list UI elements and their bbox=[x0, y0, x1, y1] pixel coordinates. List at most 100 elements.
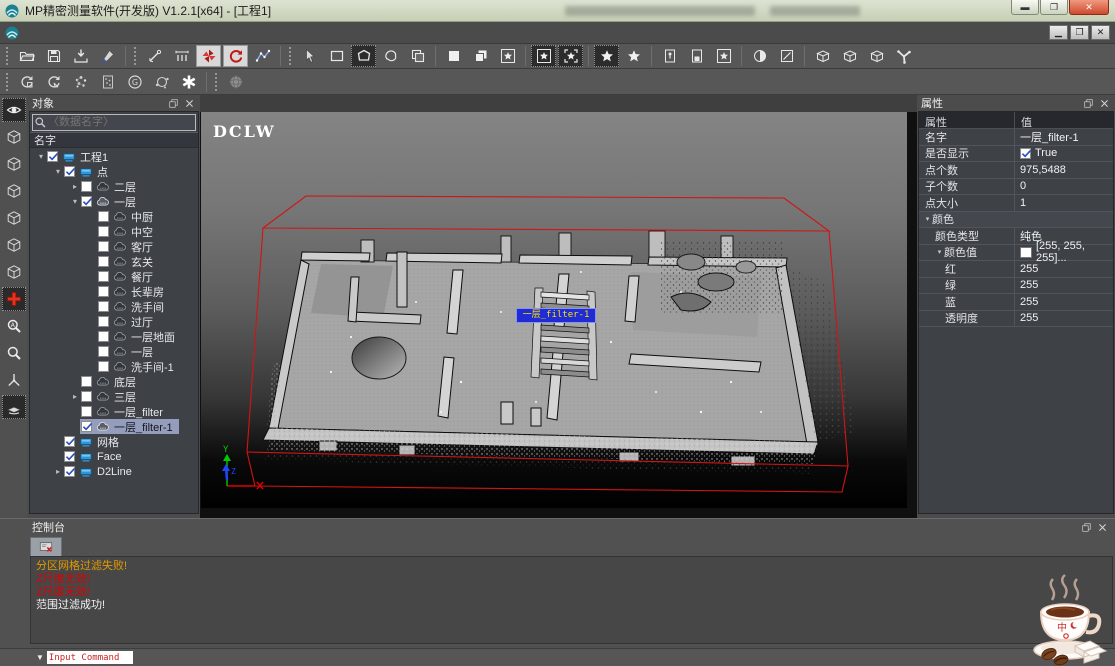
tree-item[interactable]: ▾点 bbox=[30, 164, 198, 179]
view-bottom-button[interactable] bbox=[2, 260, 26, 284]
visibility-checkbox[interactable] bbox=[98, 331, 109, 342]
panel-close-icon[interactable] bbox=[1097, 97, 1111, 110]
tree-item[interactable]: 长辈房 bbox=[30, 284, 198, 299]
visibility-checkbox[interactable] bbox=[81, 181, 92, 192]
visibility-checkbox[interactable] bbox=[81, 376, 92, 387]
view-top-button[interactable] bbox=[2, 233, 26, 257]
pinwheel-tool-button[interactable] bbox=[196, 45, 221, 67]
property-row[interactable]: 红255 bbox=[919, 261, 1113, 278]
mdi-close-button[interactable]: ✕ bbox=[1091, 25, 1110, 40]
star-tool-button[interactable] bbox=[621, 45, 646, 67]
property-row[interactable]: 透明度255 bbox=[919, 311, 1113, 328]
window-minimize-button[interactable]: ▬ bbox=[1011, 0, 1039, 15]
tree-item[interactable]: 中厨 bbox=[30, 209, 198, 224]
visibility-checkbox[interactable] bbox=[64, 436, 75, 447]
property-row[interactable]: ▾颜色值[255, 255, 255]... bbox=[919, 245, 1113, 262]
visibility-checkbox[interactable] bbox=[81, 406, 92, 417]
visibility-checkbox[interactable] bbox=[64, 166, 75, 177]
tree-item[interactable]: 过厅 bbox=[30, 314, 198, 329]
expander-open-icon[interactable]: ▾ bbox=[935, 248, 944, 256]
paint-tool-button[interactable] bbox=[95, 45, 120, 67]
panel-star-button[interactable] bbox=[711, 45, 736, 67]
tree-item[interactable]: 一层_filter bbox=[30, 404, 198, 419]
visibility-checkbox[interactable] bbox=[98, 301, 109, 312]
tree-item[interactable]: 一层_filter-1 bbox=[30, 419, 198, 434]
visibility-checkbox[interactable] bbox=[98, 286, 109, 297]
tree-item[interactable]: ▸D2Line bbox=[30, 464, 198, 479]
command-input[interactable] bbox=[47, 651, 133, 664]
mdi-restore-button[interactable]: ❐ bbox=[1070, 25, 1089, 40]
3d-viewport[interactable]: Y Z X DCLW 一层_filter-1 bbox=[201, 112, 907, 508]
zoom-tool-button[interactable] bbox=[2, 341, 26, 365]
color-swatch[interactable] bbox=[1020, 247, 1032, 258]
open-file-button[interactable] bbox=[14, 45, 39, 67]
select-rectangle-button[interactable] bbox=[324, 45, 349, 67]
reload-a-button[interactable] bbox=[14, 71, 39, 93]
visibility-checkbox[interactable] bbox=[98, 256, 109, 267]
tree-item[interactable]: 中空 bbox=[30, 224, 198, 239]
save-file-button[interactable] bbox=[41, 45, 66, 67]
fill-square-button[interactable] bbox=[441, 45, 466, 67]
expander-open-icon[interactable]: ▾ bbox=[70, 197, 80, 206]
visibility-checkbox[interactable] bbox=[98, 226, 109, 237]
star-corners-toggle-button[interactable] bbox=[558, 45, 583, 67]
command-dropdown-icon[interactable]: ▼ bbox=[36, 653, 44, 662]
mdi-minimize-button[interactable]: ▁ bbox=[1049, 25, 1068, 40]
tree-item[interactable]: 洗手间 bbox=[30, 299, 198, 314]
window-restore-button[interactable]: ❐ bbox=[1040, 0, 1068, 15]
toolbar-grip[interactable] bbox=[214, 72, 219, 92]
panel-float-icon[interactable] bbox=[1079, 521, 1093, 534]
toolbar-grip[interactable] bbox=[5, 46, 10, 66]
polyline-tool-button[interactable] bbox=[250, 45, 275, 67]
expander-closed-icon[interactable]: ▸ bbox=[70, 392, 80, 401]
property-row[interactable]: 点个数975,5488 bbox=[919, 162, 1113, 179]
copy-squares-button[interactable] bbox=[468, 45, 493, 67]
panel-b-button[interactable] bbox=[684, 45, 709, 67]
orbit-points-button[interactable] bbox=[149, 71, 174, 93]
visibility-checkbox[interactable] bbox=[98, 271, 109, 282]
panel-float-icon[interactable] bbox=[1081, 97, 1095, 110]
select-polygon-button[interactable] bbox=[351, 45, 376, 67]
tree-item[interactable]: ▾工程1 bbox=[30, 149, 198, 164]
layers-tool-button[interactable] bbox=[2, 395, 26, 419]
expander-open-icon[interactable]: ▾ bbox=[53, 167, 63, 176]
property-row[interactable]: 子个数0 bbox=[919, 179, 1113, 196]
panel-points-button[interactable] bbox=[95, 71, 120, 93]
tree-item[interactable]: 洗手间-1 bbox=[30, 359, 198, 374]
visibility-button[interactable] bbox=[2, 98, 26, 122]
expander-closed-icon[interactable]: ▸ bbox=[53, 467, 63, 476]
tree-item[interactable]: ▸三层 bbox=[30, 389, 198, 404]
visibility-checkbox[interactable] bbox=[47, 151, 58, 162]
panel-close-icon[interactable] bbox=[1095, 521, 1109, 534]
property-row[interactable]: 绿255 bbox=[919, 278, 1113, 295]
visibility-checkbox[interactable] bbox=[81, 196, 92, 207]
dimension-tool-button[interactable] bbox=[169, 45, 194, 67]
expander-closed-icon[interactable]: ▸ bbox=[70, 182, 80, 191]
property-row[interactable]: 点大小1 bbox=[919, 195, 1113, 212]
visibility-checkbox[interactable] bbox=[81, 391, 92, 402]
select-copy-button[interactable] bbox=[405, 45, 430, 67]
add-point-button[interactable] bbox=[2, 287, 26, 311]
reload-b-button[interactable] bbox=[41, 71, 66, 93]
zoom-fit-button[interactable]: A bbox=[2, 314, 26, 338]
box-3d-a-button[interactable] bbox=[810, 45, 835, 67]
toolbar-grip[interactable] bbox=[133, 46, 138, 66]
view-left-button[interactable] bbox=[2, 179, 26, 203]
toolbar-grip[interactable] bbox=[5, 72, 10, 92]
toolbar-grip[interactable] bbox=[288, 46, 293, 66]
expander-open-icon[interactable]: ▾ bbox=[36, 152, 46, 161]
box-3d-b-button[interactable] bbox=[837, 45, 862, 67]
slash-box-button[interactable] bbox=[774, 45, 799, 67]
property-row[interactable]: ▾颜色 bbox=[919, 212, 1113, 229]
scatter-points-button[interactable] bbox=[68, 71, 93, 93]
expander-open-icon[interactable]: ▾ bbox=[923, 215, 932, 223]
tree-item[interactable]: 餐厅 bbox=[30, 269, 198, 284]
asterisk-tool-button[interactable] bbox=[176, 71, 201, 93]
visibility-checkbox[interactable] bbox=[98, 241, 109, 252]
probe-tool-button[interactable] bbox=[142, 45, 167, 67]
star-toggle-button[interactable] bbox=[594, 45, 619, 67]
view-front-button[interactable] bbox=[2, 125, 26, 149]
tree-item[interactable]: 底层 bbox=[30, 374, 198, 389]
visibility-checkbox[interactable] bbox=[81, 421, 92, 432]
tree-item[interactable]: 玄关 bbox=[30, 254, 198, 269]
